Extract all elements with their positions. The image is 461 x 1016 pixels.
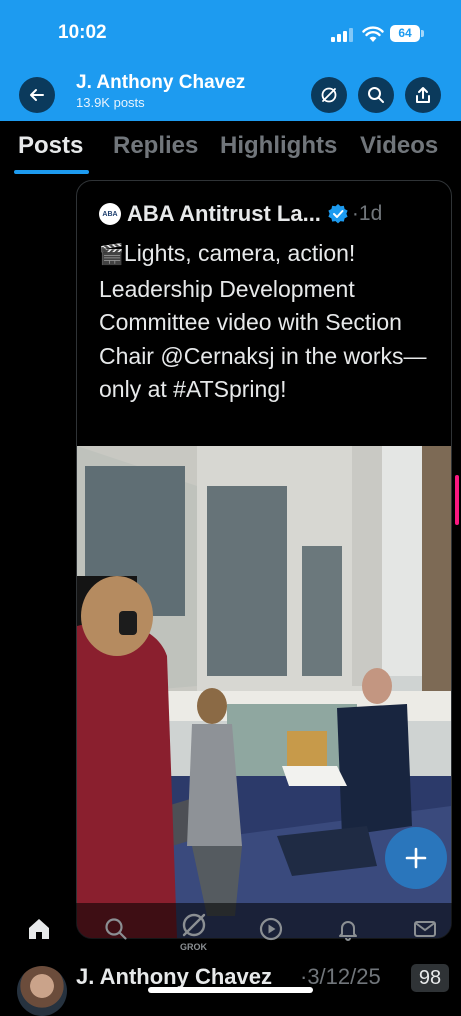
battery-indicator: 64 (390, 25, 420, 42)
profile-name: J. Anthony Chavez (76, 72, 246, 93)
scroll-indicator[interactable] (455, 475, 459, 525)
grok-nav-label: GROK (180, 942, 207, 952)
bell-icon (339, 921, 357, 941)
nav-video[interactable] (257, 915, 285, 943)
status-bar: 10:02 64 (0, 0, 461, 64)
cellular-signal-icon (331, 28, 353, 42)
grok-button[interactable] (311, 77, 347, 113)
video-icon (259, 917, 283, 941)
tab-replies[interactable]: Replies (113, 132, 198, 160)
next-post-badge: 98 (411, 964, 449, 992)
wifi-icon (362, 26, 384, 42)
tab-highlights[interactable]: Highlights (220, 132, 337, 160)
profile-posts-count: 13.9K posts (76, 95, 145, 110)
quoted-post-time: ·1d (351, 202, 383, 225)
mail-icon (414, 921, 436, 937)
nav-messages[interactable] (411, 915, 439, 943)
nav-notifications[interactable] (334, 915, 362, 943)
share-icon (416, 87, 430, 103)
active-tab-indicator (14, 170, 89, 174)
profile-tabs: Posts Replies Highlights Videos (0, 121, 461, 173)
quoted-author-name[interactable]: ABA Antitrust La... (127, 201, 321, 227)
battery-tip (421, 30, 424, 37)
arrow-left-icon (30, 89, 44, 101)
quoted-author-avatar[interactable]: ABA (99, 203, 121, 225)
nav-search[interactable] (102, 915, 130, 943)
grok-icon (321, 87, 337, 103)
tab-videos[interactable]: Videos (360, 132, 438, 160)
tab-posts[interactable]: Posts (18, 132, 83, 160)
grok-icon (182, 913, 206, 937)
home-indicator (148, 987, 313, 993)
search-icon (105, 918, 127, 940)
next-post-date: ·3/12/25 (300, 964, 381, 989)
quoted-post-body: Lights, camera, action! Leadership Devel… (99, 240, 427, 402)
back-button[interactable] (19, 77, 55, 113)
nav-grok[interactable] (180, 911, 208, 939)
verified-badge-icon (328, 204, 348, 224)
clapper-emoji: 🎬 (99, 244, 124, 266)
compose-post-button[interactable] (385, 827, 447, 889)
search-button[interactable] (358, 77, 394, 113)
nav-home[interactable] (25, 915, 53, 943)
share-button[interactable] (405, 77, 441, 113)
home-icon (29, 919, 49, 939)
quoted-post-header: ABA ABA Antitrust La... ·1d (99, 201, 382, 227)
search-icon (368, 87, 384, 103)
bottom-navigation (0, 903, 461, 961)
next-post-avatar[interactable] (17, 966, 67, 1016)
quoted-post-text: 🎬Lights, camera, action! Leadership Deve… (99, 237, 429, 407)
plus-icon (405, 847, 427, 869)
quoted-post-card[interactable]: ABA ABA Antitrust La... ·1d 🎬Lights, cam… (76, 180, 452, 939)
status-time: 10:02 (58, 22, 107, 43)
